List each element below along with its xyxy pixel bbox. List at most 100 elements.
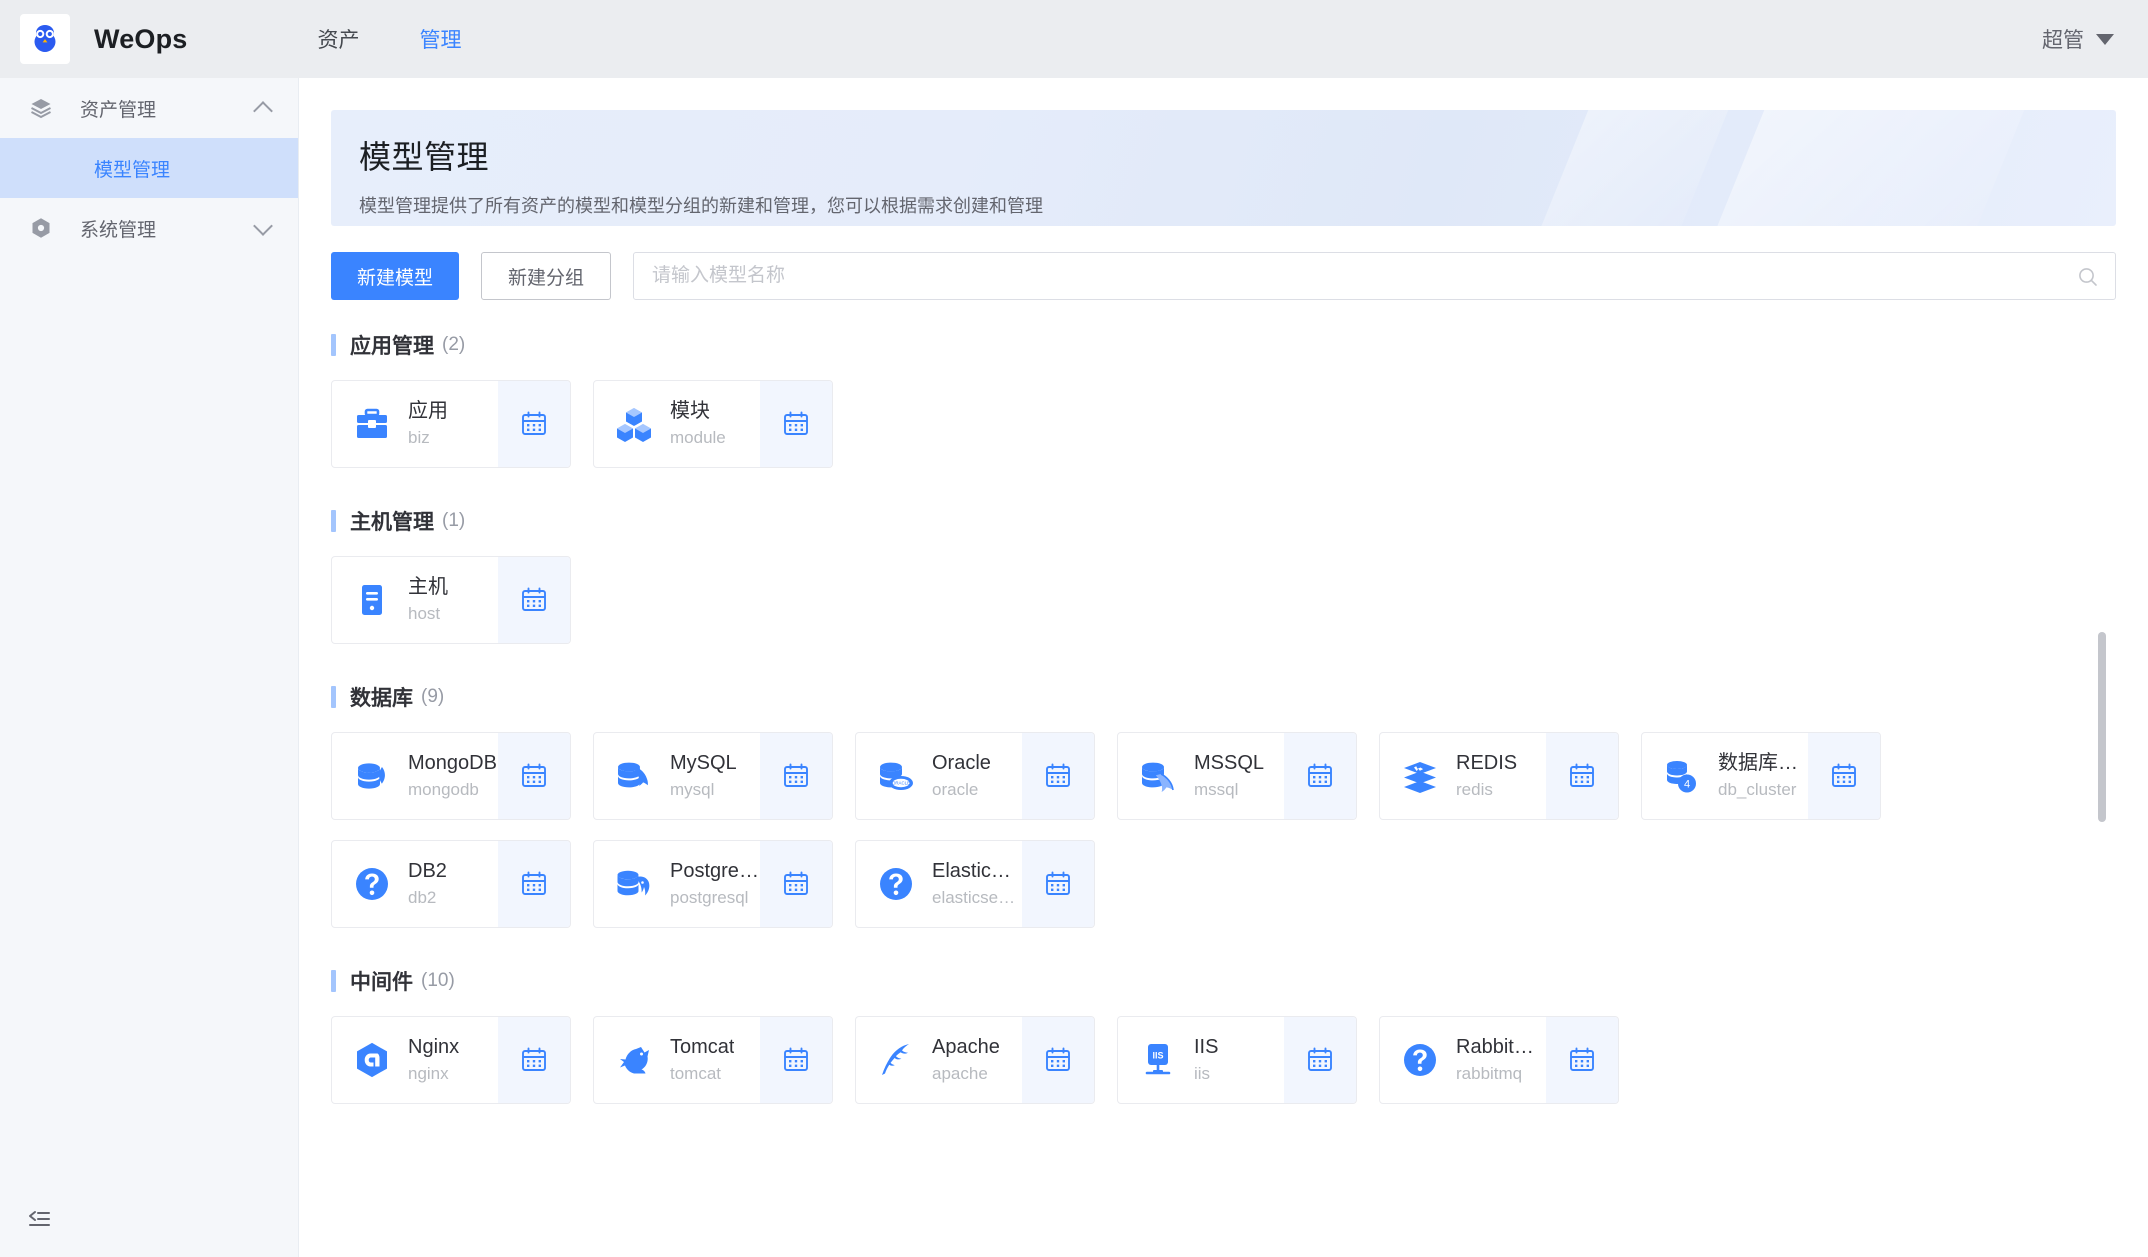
calendar-icon [782, 762, 810, 790]
apache-feather-icon [876, 1040, 916, 1080]
new-model-button[interactable]: 新建模型 [331, 252, 460, 300]
calendar-icon [520, 586, 548, 614]
sidebar-item-asset-management[interactable]: 资产管理 [0, 78, 298, 138]
nav-item-assets[interactable]: 资产 [288, 0, 390, 78]
model-card-action-button[interactable] [498, 841, 570, 927]
group-name: 应用管理 [350, 335, 434, 358]
redis-icon [1400, 756, 1440, 796]
user-menu[interactable]: 超管 [2042, 24, 2114, 54]
model-card-text: 主机 host [408, 575, 448, 625]
postgresql-icon [614, 864, 654, 904]
model-card[interactable]: DB2 db2 [331, 840, 571, 928]
model-card-title: Nginx [408, 1035, 460, 1058]
model-card-body[interactable]: PostgreSQL postgresql [594, 841, 760, 927]
model-card-text: MongoDB mongodb [408, 751, 497, 801]
model-card-action-button[interactable] [1022, 733, 1094, 819]
model-groups-scroll-area: 应用管理 (2) 应用 biz 模块 module 主机管理 (1) 主机 host 数据库 (9) M… [331, 300, 2116, 1225]
model-card-body[interactable]: Apache apache [856, 1017, 1022, 1103]
vertical-scrollbar[interactable] [2098, 632, 2106, 822]
model-card[interactable]: 模块 module [593, 380, 833, 468]
model-card-code: module [670, 427, 726, 447]
oracle-icon [876, 756, 916, 796]
model-card-body[interactable]: ElasticSea... elasticsearch [856, 841, 1022, 927]
model-card-action-button[interactable] [1284, 1017, 1356, 1103]
model-card-body[interactable]: MongoDB mongodb [332, 733, 498, 819]
model-card-code: oracle [932, 779, 979, 799]
model-card-action-button[interactable] [760, 733, 832, 819]
sidebar: 资产管理 模型管理 系统管理 [0, 78, 299, 1257]
page-banner: 模型管理 模型管理提供了所有资产的模型和模型分组的新建和管理，您可以根据需求创建… [331, 110, 2116, 226]
toolbar: 新建模型 新建分组 [331, 252, 2116, 300]
model-card-code: postgresql [670, 887, 749, 907]
model-card-action-button[interactable] [760, 1017, 832, 1103]
collapse-sidebar-icon[interactable] [26, 1208, 52, 1235]
model-card-code: rabbitmq [1456, 1063, 1523, 1083]
group-count: (2) [442, 334, 466, 355]
model-card-body[interactable]: DB2 db2 [332, 841, 498, 927]
calendar-icon [520, 762, 548, 790]
model-card-title: RabbitMQ [1456, 1035, 1546, 1058]
model-card[interactable]: IIS iis [1117, 1016, 1357, 1104]
model-card-body[interactable]: 应用 biz [332, 381, 498, 467]
model-card-text: MSSQL mssql [1194, 751, 1264, 801]
calendar-icon [1044, 870, 1072, 898]
gear-hexagon-icon [26, 216, 56, 240]
question-circle-icon [876, 864, 916, 904]
owl-logo-icon[interactable] [20, 14, 70, 64]
model-card-title: Tomcat [670, 1035, 735, 1058]
model-card-action-button[interactable] [498, 1017, 570, 1103]
group-accent-bar [331, 510, 336, 532]
group-accent-bar [331, 970, 336, 992]
model-card-title: MongoDB [408, 751, 497, 774]
model-card-action-button[interactable] [1022, 1017, 1094, 1103]
model-card-body[interactable]: Tomcat tomcat [594, 1017, 760, 1103]
model-card-action-button[interactable] [760, 381, 832, 467]
model-card-code: biz [408, 427, 430, 447]
model-card-body[interactable]: IIS iis [1118, 1017, 1284, 1103]
search-icon[interactable] [2076, 265, 2100, 294]
model-card[interactable]: 数据库集群 db_cluster [1641, 732, 1881, 820]
model-card[interactable]: REDIS redis [1379, 732, 1619, 820]
model-card-action-button[interactable] [1546, 733, 1618, 819]
db-cluster-icon [1662, 756, 1702, 796]
model-card[interactable]: MSSQL mssql [1117, 732, 1357, 820]
model-card-body[interactable]: REDIS redis [1380, 733, 1546, 819]
nav-item-manage[interactable]: 管理 [390, 0, 492, 78]
model-card-action-button[interactable] [498, 557, 570, 643]
model-card-body[interactable]: Nginx nginx [332, 1017, 498, 1103]
model-card-body[interactable]: 主机 host [332, 557, 498, 643]
model-card[interactable]: Nginx nginx [331, 1016, 571, 1104]
model-card[interactable]: PostgreSQL postgresql [593, 840, 833, 928]
model-card-body[interactable]: MySQL mysql [594, 733, 760, 819]
model-card-body[interactable]: MSSQL mssql [1118, 733, 1284, 819]
model-card[interactable]: 主机 host [331, 556, 571, 644]
model-card-text: Tomcat tomcat [670, 1035, 734, 1085]
model-card[interactable]: Oracle oracle [855, 732, 1095, 820]
model-card-action-button[interactable] [498, 381, 570, 467]
model-card[interactable]: Tomcat tomcat [593, 1016, 833, 1104]
search-input[interactable] [633, 252, 2116, 300]
model-card[interactable]: MongoDB mongodb [331, 732, 571, 820]
model-card-body[interactable]: Oracle oracle [856, 733, 1022, 819]
sidebar-item-system-management[interactable]: 系统管理 [0, 198, 298, 258]
model-card-body[interactable]: RabbitMQ rabbitmq [1380, 1017, 1546, 1103]
model-card[interactable]: MySQL mysql [593, 732, 833, 820]
model-card-action-button[interactable] [498, 733, 570, 819]
model-card-title: MSSQL [1194, 751, 1265, 774]
model-card-body[interactable]: 数据库集群 db_cluster [1642, 733, 1808, 819]
model-card-body[interactable]: 模块 module [594, 381, 760, 467]
model-card[interactable]: ElasticSea... elasticsearch [855, 840, 1095, 928]
model-card[interactable]: Apache apache [855, 1016, 1095, 1104]
model-card-action-button[interactable] [1022, 841, 1094, 927]
sidebar-item-model-management[interactable]: 模型管理 [0, 138, 298, 198]
tomcat-icon [614, 1040, 654, 1080]
model-card[interactable]: RabbitMQ rabbitmq [1379, 1016, 1619, 1104]
model-card-action-button[interactable] [1284, 733, 1356, 819]
group-count: (10) [421, 970, 455, 991]
model-card-action-button[interactable] [1546, 1017, 1618, 1103]
model-card-action-button[interactable] [760, 841, 832, 927]
calendar-icon [520, 1046, 548, 1074]
new-group-button[interactable]: 新建分组 [481, 252, 612, 300]
model-card-action-button[interactable] [1808, 733, 1880, 819]
model-card[interactable]: 应用 biz [331, 380, 571, 468]
